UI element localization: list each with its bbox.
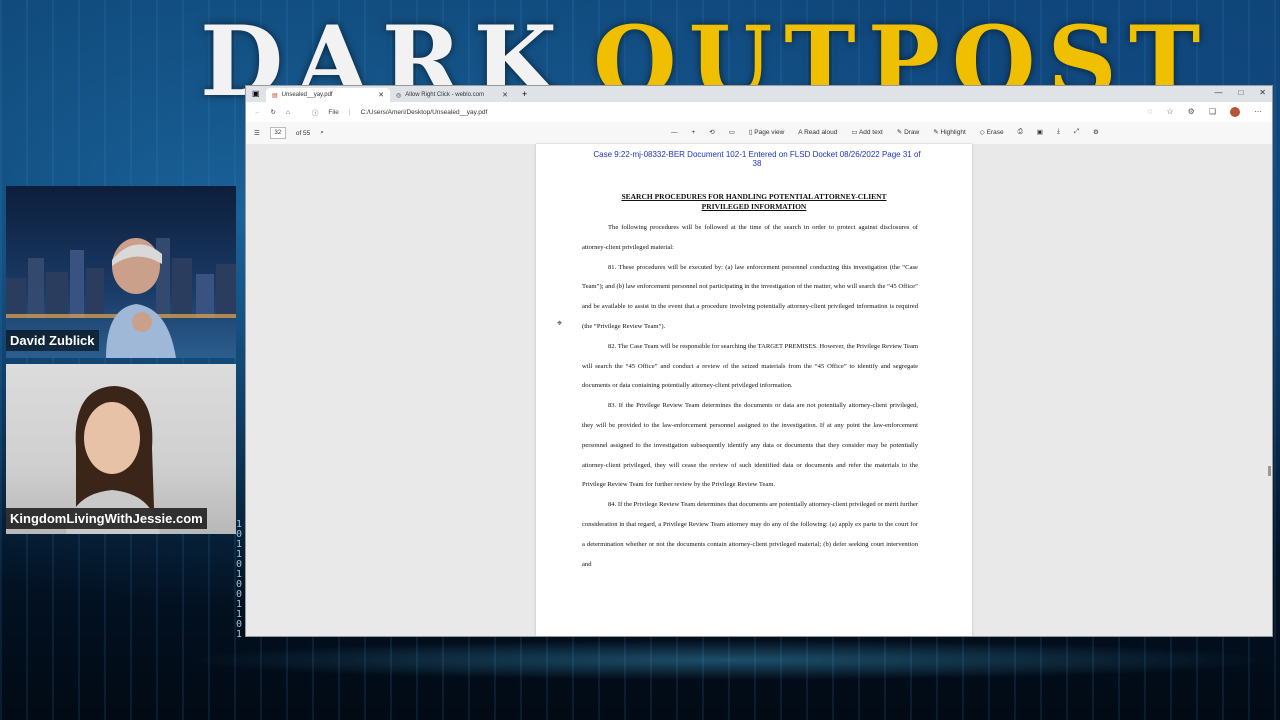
save-as-icon[interactable]: ⤓ bbox=[1057, 128, 1060, 136]
more-menu-icon[interactable]: ⋯ bbox=[1254, 107, 1262, 117]
background-glow bbox=[180, 640, 1280, 680]
favorite-icon[interactable]: ☆ bbox=[1166, 107, 1173, 117]
tab-weblo[interactable]: ◎ Allow Right Click - weblo.com ✕ bbox=[390, 88, 514, 102]
add-text-label: Add text bbox=[858, 129, 883, 136]
read-aloud-button[interactable]: A Read aloud bbox=[798, 129, 837, 136]
document-body: The following procedures will be followe… bbox=[582, 218, 918, 574]
tab-label: Unsealed__yay.pdf bbox=[281, 92, 333, 98]
close-window-button[interactable]: ✕ bbox=[1259, 88, 1266, 97]
close-tab-icon[interactable]: ✕ bbox=[378, 91, 384, 99]
refresh-icon[interactable]: ↻ bbox=[271, 108, 276, 116]
url-input[interactable]: C:/Users/Ameri/Desktop/Unsealed__yay.pdf bbox=[361, 109, 488, 116]
collections-icon[interactable]: ❏ bbox=[1209, 107, 1216, 117]
tab-label: Allow Right Click - weblo.com bbox=[405, 92, 484, 98]
back-icon[interactable]: ← bbox=[254, 109, 261, 116]
fullscreen-icon[interactable]: ⤢ bbox=[1074, 128, 1079, 136]
fit-page-icon[interactable]: ▭ bbox=[729, 128, 735, 136]
host2-name-tag: KingdomLivingWithJessie.com bbox=[6, 508, 207, 529]
address-divider: | bbox=[348, 108, 351, 116]
globe-icon: ◎ bbox=[396, 92, 402, 99]
pdf-toolbar: ☰ 32 of 55 ⌕ — + ⟲ ▭ ▯ Page view A Read … bbox=[246, 122, 1272, 145]
page-total: of 55 bbox=[295, 129, 311, 137]
paragraph-83: 83. If the Privilege Review Team determi… bbox=[582, 402, 918, 489]
paragraph-81: 81. These procedures will be executed by… bbox=[582, 263, 918, 330]
minimize-button[interactable]: — bbox=[1214, 88, 1222, 97]
close-tab-icon[interactable]: ✕ bbox=[502, 91, 508, 99]
pdf-page: Case 9:22-mj-08332-BER Document 102-1 En… bbox=[536, 144, 972, 636]
profile-avatar[interactable] bbox=[1230, 107, 1240, 117]
new-tab-button[interactable]: + bbox=[522, 89, 527, 99]
paragraph-82: 82. The Case Team will be responsible fo… bbox=[582, 342, 918, 390]
zoom-out-button[interactable]: — bbox=[671, 129, 678, 136]
mouse-cursor-icon: ⌖ bbox=[557, 318, 563, 328]
pdf-viewer[interactable]: Case 9:22-mj-08332-BER Document 102-1 En… bbox=[246, 144, 1272, 636]
window-controls: — □ ✕ bbox=[1214, 88, 1266, 97]
info-icon[interactable]: ⓘ bbox=[312, 107, 319, 117]
scrollbar[interactable] bbox=[1268, 466, 1271, 476]
erase-label: Erase bbox=[986, 129, 1004, 136]
browser-toolbar-icons: ◌ ☆ ⚙ ❏ ⋯ bbox=[1148, 107, 1262, 117]
read-aloud-label: Read aloud bbox=[804, 128, 838, 136]
add-text-button[interactable]: ▭ Add text bbox=[851, 128, 882, 136]
zoom-in-button[interactable]: + bbox=[692, 129, 696, 136]
page-view-label: Page view bbox=[754, 129, 785, 136]
page-number-input[interactable]: 32 bbox=[269, 127, 286, 139]
highlight-button[interactable]: ✎ Highlight bbox=[933, 128, 966, 136]
draw-label: Draw bbox=[904, 129, 920, 136]
save-icon[interactable]: ▣ bbox=[1037, 128, 1043, 136]
docket-header-line1: Case 9:22-mj-08332-BER Document 102-1 En… bbox=[593, 150, 921, 159]
docket-header-line2: 38 bbox=[752, 159, 762, 168]
pdf-file-icon: ▤ bbox=[272, 92, 278, 99]
browser-window: ▣ ▤ Unsealed__yay.pdf ✕ ◎ Allow Right Cl… bbox=[246, 86, 1272, 636]
tab-bar: ▣ ▤ Unsealed__yay.pdf ✕ ◎ Allow Right Cl… bbox=[246, 86, 1272, 102]
tab-pdf[interactable]: ▤ Unsealed__yay.pdf ✕ bbox=[266, 88, 390, 102]
section-title-line2: PRIVILEGED INFORMATION bbox=[701, 202, 807, 211]
host1-figure bbox=[106, 238, 176, 358]
read-mode-icon[interactable]: ◌ bbox=[1148, 107, 1153, 117]
erase-button[interactable]: ◇ Erase bbox=[980, 128, 1004, 136]
home-icon[interactable]: ⌂ bbox=[286, 109, 290, 116]
docket-header: Case 9:22-mj-08332-BER Document 102-1 En… bbox=[572, 150, 942, 168]
paragraph-84: 84. If the Privilege Review Team determi… bbox=[582, 501, 918, 568]
settings-icon[interactable]: ⚙ bbox=[1093, 128, 1099, 136]
section-title-line1: SEARCH PROCEDURES FOR HANDLING POTENTIAL… bbox=[621, 192, 887, 201]
tab-actions-icon[interactable]: ▣ bbox=[252, 89, 260, 98]
paragraph-intro: The following procedures will be followe… bbox=[582, 224, 918, 251]
section-title: SEARCH PROCEDURES FOR HANDLING POTENTIAL… bbox=[584, 192, 924, 212]
maximize-button[interactable]: □ bbox=[1238, 88, 1243, 97]
contents-icon[interactable]: ☰ bbox=[254, 129, 260, 137]
search-icon[interactable]: ⌕ bbox=[320, 129, 324, 137]
file-label: File bbox=[328, 108, 339, 116]
extensions-icon[interactable]: ⚙ bbox=[1188, 107, 1195, 117]
page-view-button[interactable]: ▯ Page view bbox=[749, 128, 784, 136]
draw-button[interactable]: ✎ Draw bbox=[897, 128, 919, 136]
rotate-icon[interactable]: ⟲ bbox=[709, 128, 714, 136]
print-icon[interactable]: ⎙ bbox=[1018, 128, 1023, 136]
host1-name-tag: David Zublick bbox=[6, 330, 99, 351]
highlight-label: Highlight bbox=[940, 129, 966, 136]
address-bar: ← ↻ ⌂ ⓘ File | C:/Users/Ameri/Desktop/Un… bbox=[246, 102, 1272, 122]
